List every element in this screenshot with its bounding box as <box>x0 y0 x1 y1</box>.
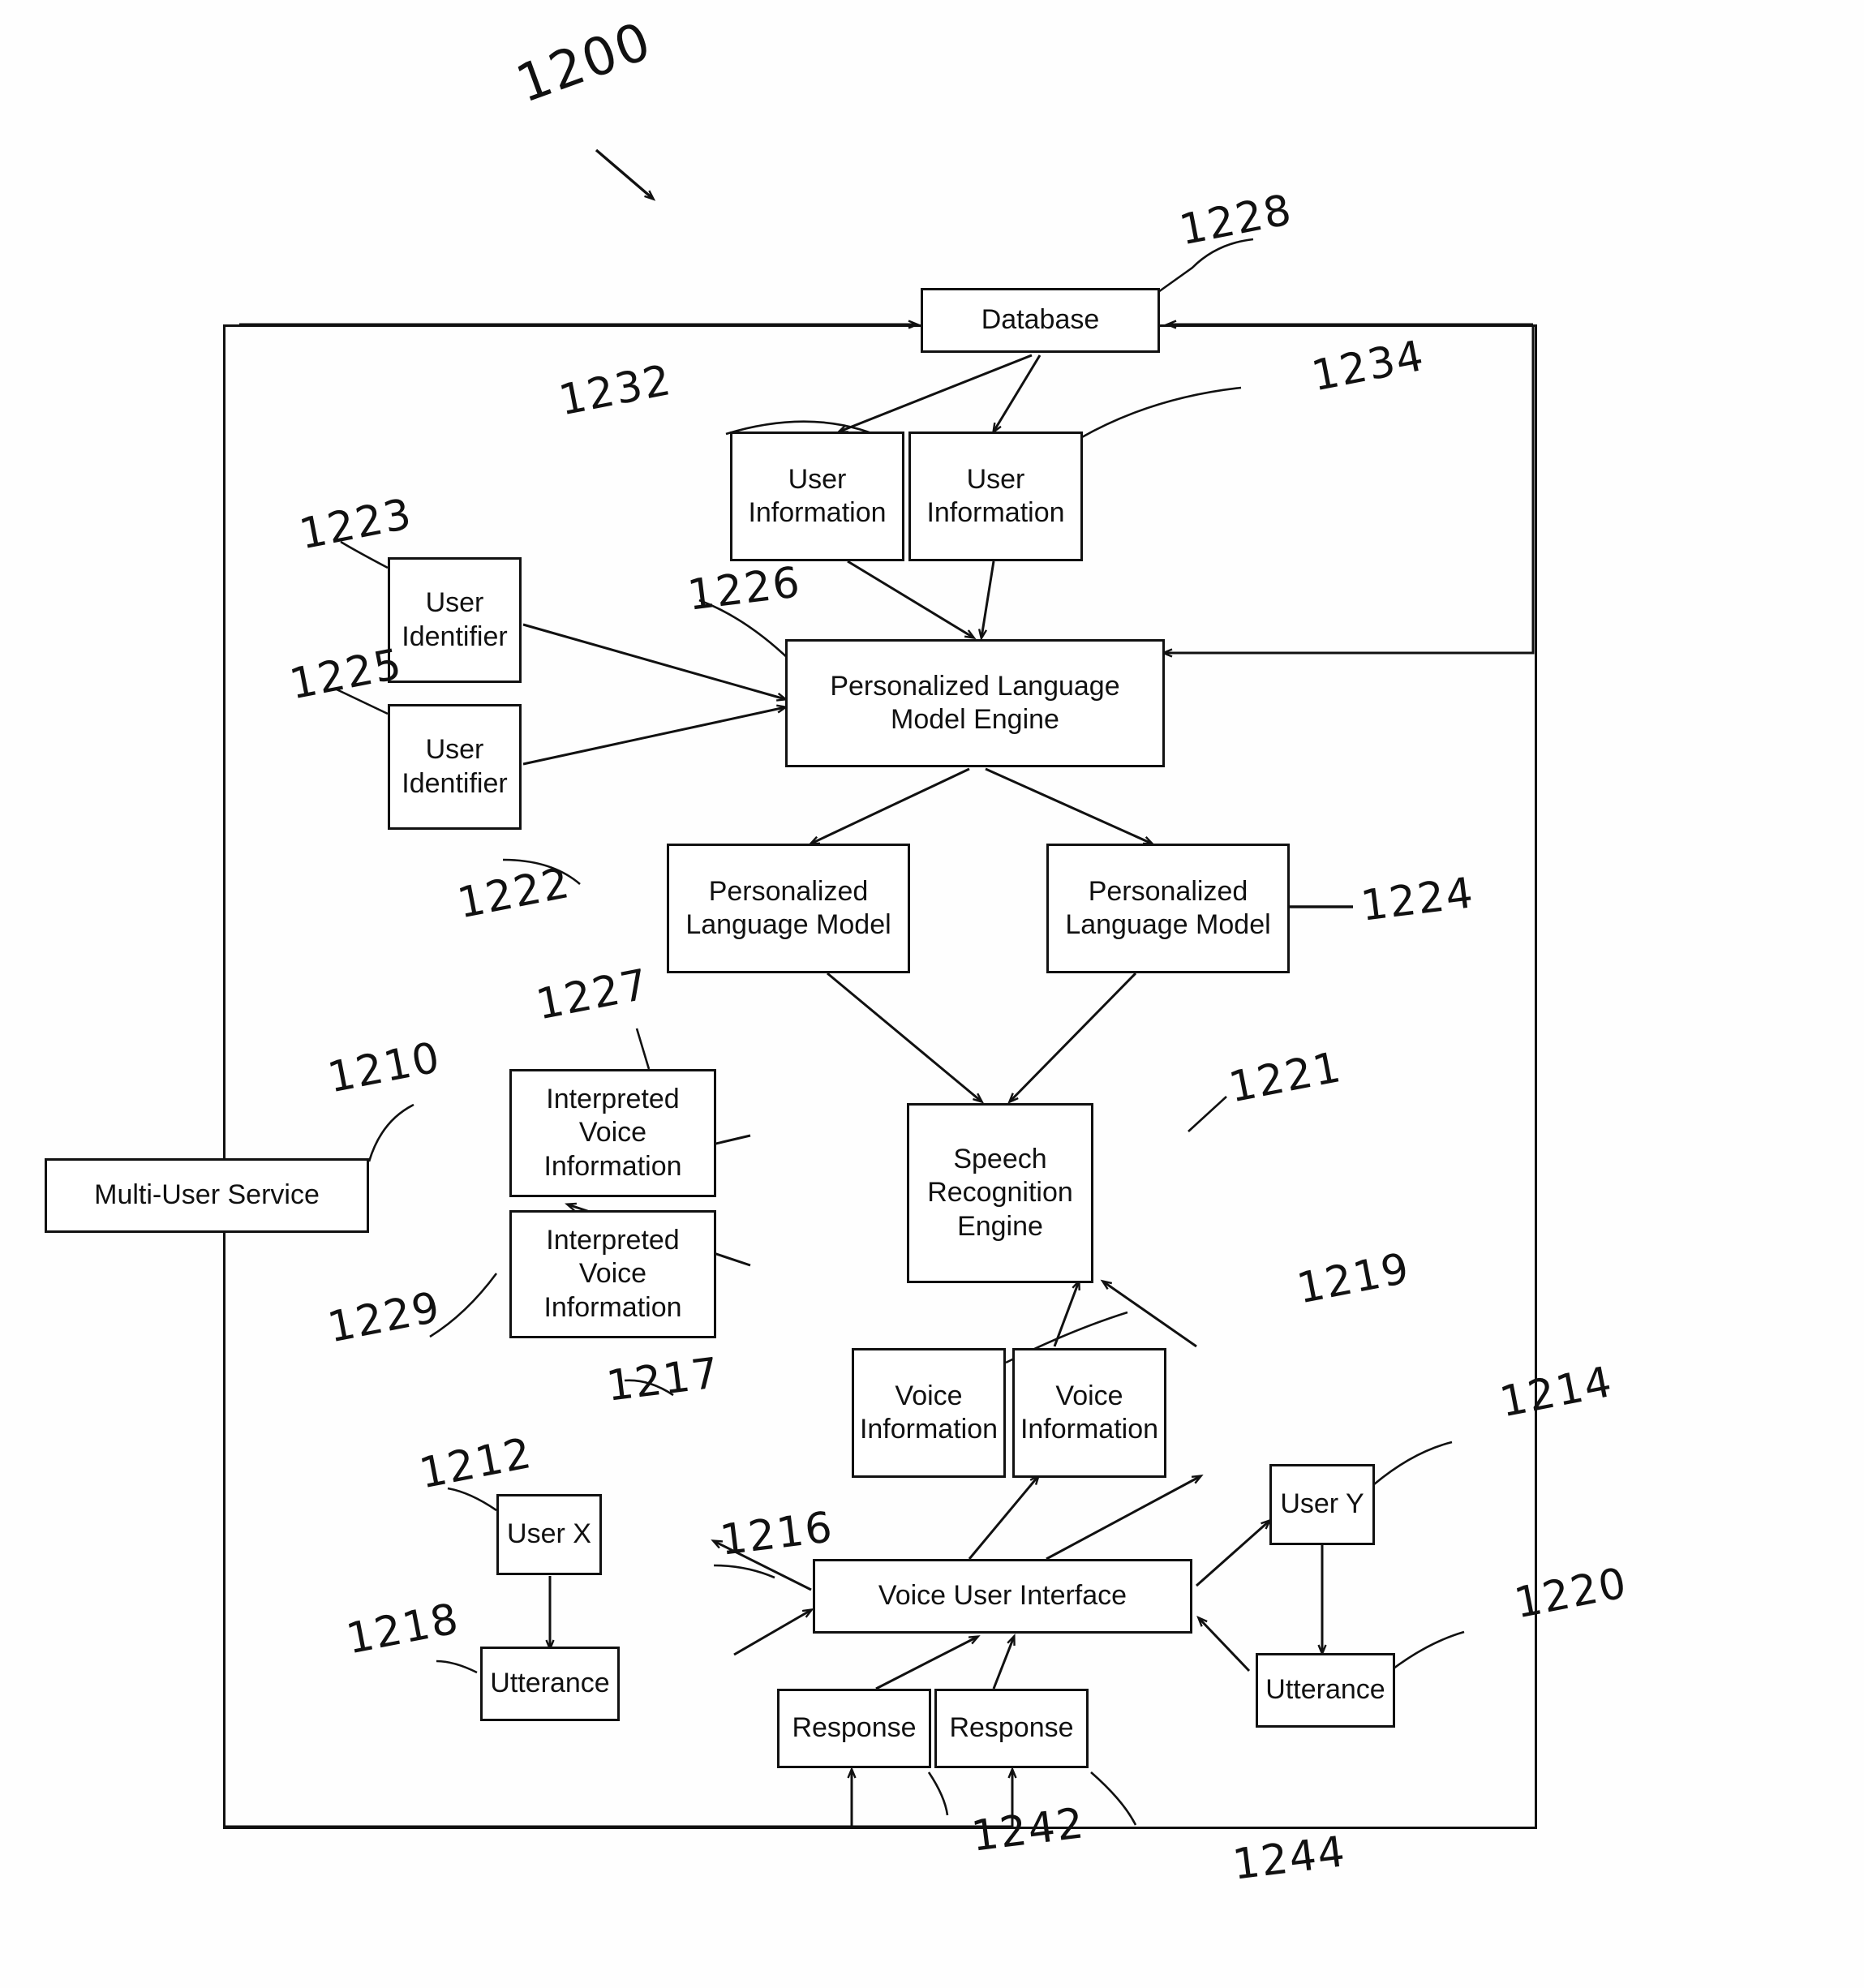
node-voice-information-left-label: Voice Information <box>859 1380 999 1445</box>
node-voice-user-interface[interactable]: Voice User Interface <box>813 1559 1192 1634</box>
ref-numeral-1228: 1228 <box>1175 185 1297 255</box>
node-plm-left-label: Personalized Language Model <box>685 875 891 940</box>
node-voice-information-right-label: Voice Information <box>1020 1380 1159 1445</box>
node-user-identifier-top[interactable]: User Identifier <box>388 557 522 683</box>
node-interpreted-voice-bottom-label: Interpreted Voice Information <box>543 1224 682 1323</box>
ref-numeral-1200: 1200 <box>509 11 660 115</box>
node-database[interactable]: Database <box>921 288 1160 353</box>
node-user-y-label: User Y <box>1280 1488 1364 1520</box>
node-user-information-right[interactable]: User Information <box>908 432 1083 561</box>
node-response-left-label: Response <box>792 1712 917 1744</box>
patent-figure-page: 1200 Database User Information User Info… <box>0 0 1864 1988</box>
node-database-label: Database <box>981 304 1100 336</box>
node-interpreted-voice-information-top[interactable]: Interpreted Voice Information <box>509 1069 716 1197</box>
node-voice-information-right[interactable]: Voice Information <box>1012 1348 1166 1478</box>
node-personalized-language-model-engine[interactable]: Personalized Language Model Engine <box>785 639 1165 767</box>
node-response-right[interactable]: Response <box>934 1689 1089 1768</box>
node-user-identifier-bottom-label: User Identifier <box>402 734 508 799</box>
node-user-information-right-label: User Information <box>926 463 1065 528</box>
ref-numeral-1244: 1244 <box>1230 1827 1349 1890</box>
node-utterance-right[interactable]: Utterance <box>1256 1653 1395 1728</box>
node-speech-recognition-engine-label: Speech Recognition Engine <box>927 1143 1073 1242</box>
node-multi-user-service-label: Multi-User Service <box>94 1179 320 1211</box>
node-utterance-left[interactable]: Utterance <box>480 1647 620 1721</box>
node-personalized-language-model-left[interactable]: Personalized Language Model <box>667 844 910 973</box>
node-response-right-label: Response <box>949 1712 1074 1744</box>
node-interpreted-voice-top-label: Interpreted Voice Information <box>543 1083 682 1182</box>
node-user-y[interactable]: User Y <box>1269 1464 1375 1545</box>
node-user-information-left[interactable]: User Information <box>730 432 904 561</box>
node-personalized-language-model-right[interactable]: Personalized Language Model <box>1046 844 1290 973</box>
node-user-identifier-top-label: User Identifier <box>402 587 508 652</box>
node-response-left[interactable]: Response <box>777 1689 931 1768</box>
node-utterance-left-label: Utterance <box>490 1668 610 1699</box>
node-voice-user-interface-label: Voice User Interface <box>878 1580 1127 1612</box>
node-voice-information-left[interactable]: Voice Information <box>852 1348 1006 1478</box>
node-multi-user-service[interactable]: Multi-User Service <box>45 1158 369 1233</box>
node-speech-recognition-engine[interactable]: Speech Recognition Engine <box>907 1103 1093 1283</box>
node-plm-engine-label: Personalized Language Model Engine <box>830 670 1120 735</box>
node-user-x-label: User X <box>507 1518 591 1550</box>
node-user-x[interactable]: User X <box>496 1494 602 1575</box>
node-interpreted-voice-information-bottom[interactable]: Interpreted Voice Information <box>509 1210 716 1338</box>
node-user-identifier-bottom[interactable]: User Identifier <box>388 704 522 830</box>
node-plm-right-label: Personalized Language Model <box>1065 875 1271 940</box>
node-user-information-left-label: User Information <box>748 463 887 528</box>
node-utterance-right-label: Utterance <box>1265 1674 1385 1706</box>
